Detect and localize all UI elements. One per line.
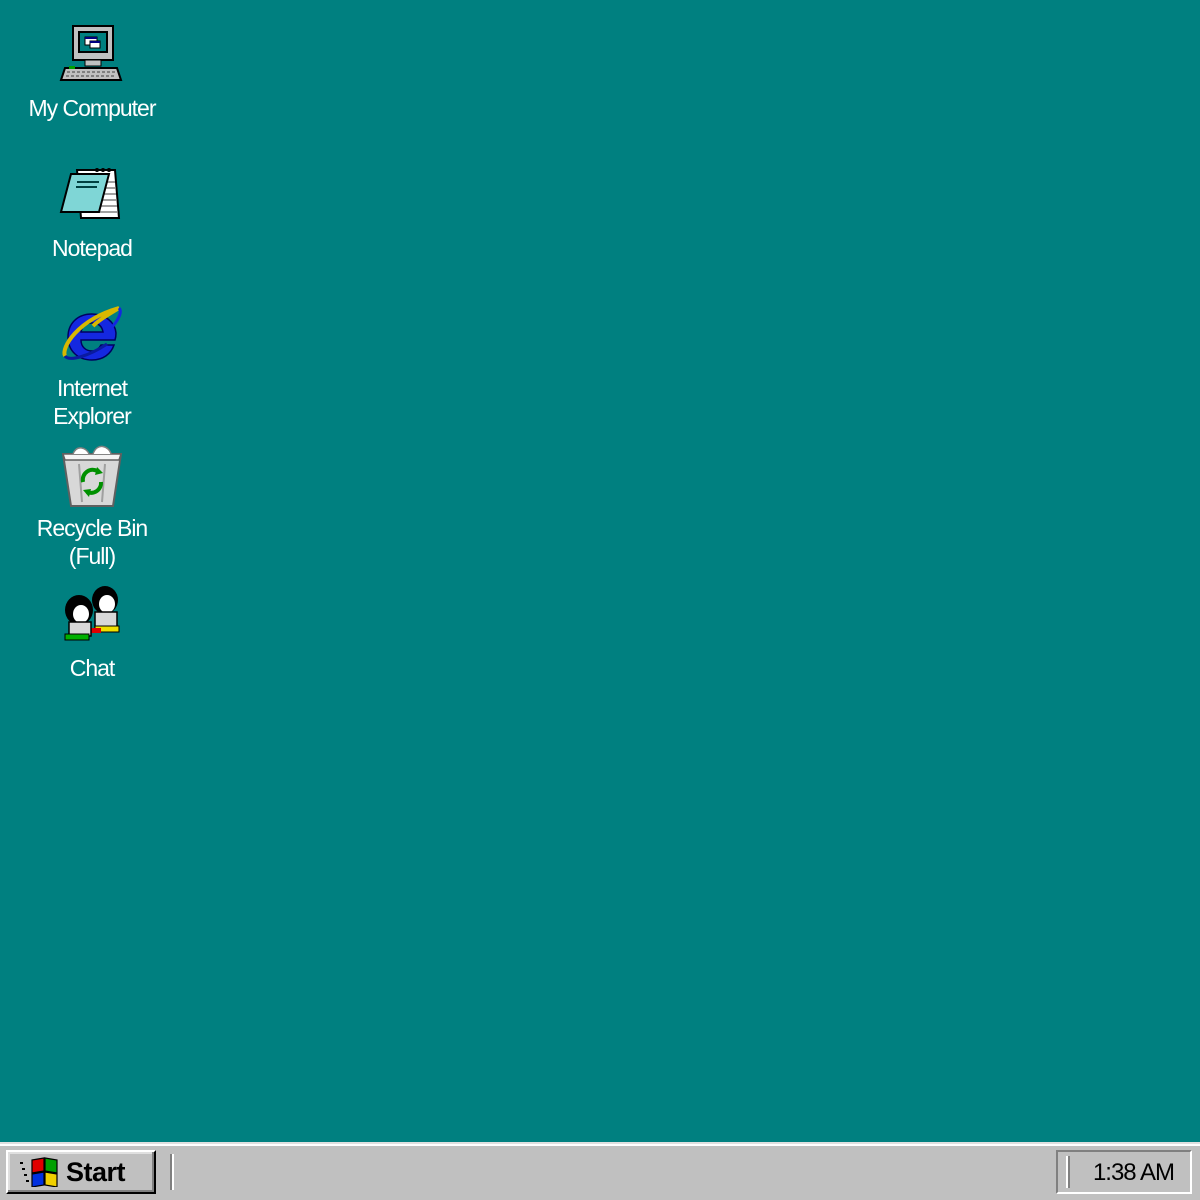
notepad-icon[interactable] — [59, 162, 125, 228]
my-computer-icon[interactable] — [59, 22, 125, 88]
desktop-icon-internet-explorer[interactable]: Internet Explorer — [8, 302, 176, 430]
taskbar-separator — [170, 1154, 174, 1190]
system-tray: 1:38 AM — [1056, 1150, 1192, 1194]
desktop-icon-chat[interactable]: Chat — [8, 582, 176, 682]
desktop[interactable]: My Computer Notepad Internet Explorer Re… — [0, 0, 1200, 1142]
windows-logo-icon — [20, 1157, 58, 1187]
desktop-icon-label: My Computer — [28, 95, 156, 121]
tray-divider — [1066, 1156, 1070, 1188]
desktop-icon-notepad[interactable]: Notepad — [8, 162, 176, 262]
start-label: Start — [66, 1156, 126, 1187]
desktop-icon-label: Notepad — [52, 235, 133, 261]
desktop-icon-label: Internet Explorer — [53, 375, 132, 429]
clock[interactable]: 1:38 AM — [1093, 1159, 1175, 1187]
internet-explorer-icon[interactable] — [59, 302, 125, 368]
start-button[interactable]: Start — [6, 1150, 156, 1194]
chat-icon[interactable] — [59, 582, 125, 648]
taskbar: Start 1:38 AM — [0, 1142, 1200, 1200]
desktop-icon-my-computer[interactable]: My Computer — [8, 22, 176, 122]
desktop-icon-label: Chat — [69, 655, 116, 681]
desktop-icon-label: Recycle Bin (Full) — [36, 515, 148, 569]
recycle-bin-full-icon[interactable] — [59, 442, 125, 508]
desktop-icon-recycle-bin[interactable]: Recycle Bin (Full) — [8, 442, 176, 570]
